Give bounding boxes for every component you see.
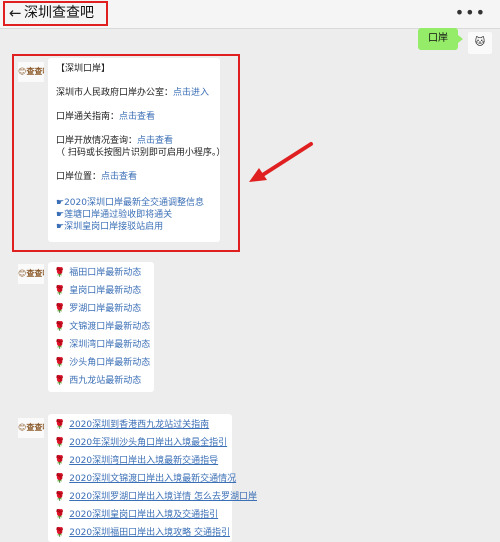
guide-article-link[interactable]: 🌹 2020深圳到香港西九龙站过关指南 <box>54 419 209 431</box>
rose-icon: 🌹 <box>54 376 66 386</box>
port-news-link[interactable]: 🌹 福田口岸最新动态 <box>54 267 141 279</box>
rose-icon: 🌹 <box>54 456 66 466</box>
guide-article-link[interactable]: 🌹 2020深圳罗湖口岸出入境详情 怎么去罗湖口岸 <box>54 491 257 503</box>
port-guide-message: 🌹 2020深圳到香港西九龙站过关指南 🌹 2020年深圳沙头角口岸出入境最全指引 … <box>48 414 257 542</box>
rose-icon: 🌹 <box>54 474 66 484</box>
rose-icon: 🌹 <box>54 358 66 368</box>
user-avatar[interactable]: 🐱 <box>468 32 492 54</box>
message-highlight-box <box>12 54 240 252</box>
rose-icon: 🌹 <box>54 304 66 314</box>
rose-icon: 🌹 <box>54 510 66 520</box>
rose-icon: 🌹 <box>54 268 66 278</box>
bot-avatar[interactable]: 😊查查吧 <box>18 264 44 284</box>
red-arrow-annotation <box>249 142 313 182</box>
sent-message-bubble: 口岸 <box>418 28 463 50</box>
top-bar: ← 深圳查查吧 ••• <box>0 0 500 29</box>
port-news-message: 🌹 福田口岸最新动态 🌹 皇岗口岸最新动态 🌹 罗湖口岸最新动态 🌹 文锦渡口岸最新动态… <box>48 262 154 392</box>
port-news-link[interactable]: 🌹 西九龙站最新动态 <box>54 375 141 387</box>
port-news-link[interactable]: 🌹 皇岗口岸最新动态 <box>54 285 141 297</box>
page-title: 深圳查查吧 <box>24 5 94 21</box>
guide-article-link[interactable]: 🌹 2020深圳皇岗口岸出入境及交通指引 <box>54 509 218 521</box>
back-arrow-icon[interactable]: ← <box>9 4 22 22</box>
port-news-link[interactable]: 🌹 深圳湾口岸最新动态 <box>54 339 150 351</box>
rose-icon: 🌹 <box>54 420 66 430</box>
guide-article-link[interactable]: 🌹 2020深圳文锦渡口岸出入境最新交通情况 <box>54 473 236 485</box>
guide-article-link[interactable]: 🌹 2020深圳福田口岸出入境攻略 交通指引 <box>54 527 230 539</box>
rose-icon: 🌹 <box>54 438 66 448</box>
rose-icon: 🌹 <box>54 322 66 332</box>
more-options-icon[interactable]: ••• <box>455 3 486 22</box>
rose-icon: 🌹 <box>54 492 66 502</box>
port-news-link[interactable]: 🌹 文锦渡口岸最新动态 <box>54 321 150 333</box>
guide-article-link[interactable]: 🌹 2020深圳湾口岸出入境最新交通指导 <box>54 455 218 467</box>
port-news-link[interactable]: 🌹 沙头角口岸最新动态 <box>54 357 150 369</box>
port-news-link[interactable]: 🌹 罗湖口岸最新动态 <box>54 303 141 315</box>
bot-avatar[interactable]: 😊查查吧 <box>18 418 44 438</box>
rose-icon: 🌹 <box>54 286 66 296</box>
guide-article-link[interactable]: 🌹 2020年深圳沙头角口岸出入境最全指引 <box>54 437 227 449</box>
rose-icon: 🌹 <box>54 528 66 538</box>
rose-icon: 🌹 <box>54 340 66 350</box>
